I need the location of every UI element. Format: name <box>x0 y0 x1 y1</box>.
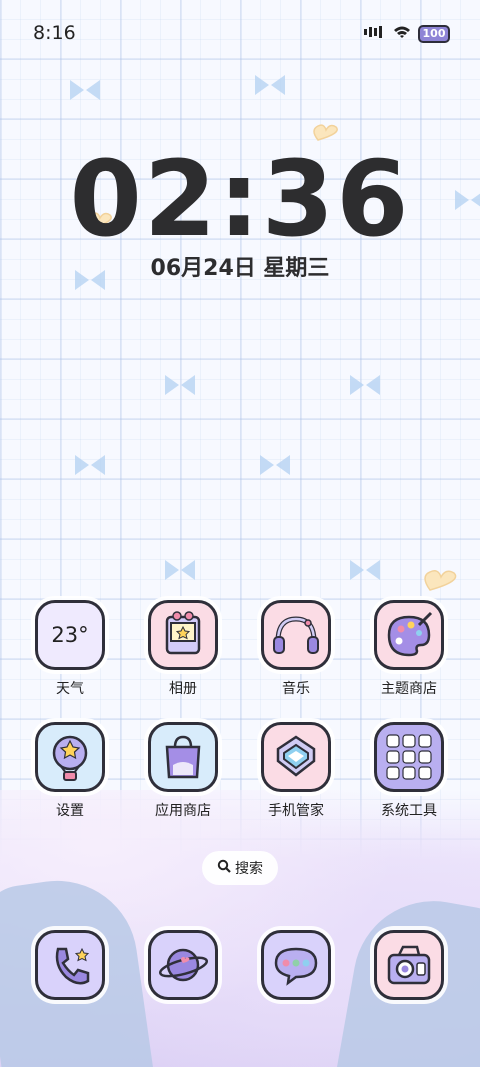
dock-camera[interactable] <box>359 930 459 1000</box>
headphones-icon <box>261 600 331 670</box>
battery-icon: 100 <box>418 24 450 43</box>
app-phone-manager[interactable]: 手机管家 <box>246 722 346 820</box>
dock-messages[interactable] <box>246 930 346 1000</box>
app-system-tools[interactable]: 系统工具 <box>359 722 459 820</box>
weather-temperature: 23° <box>51 623 89 647</box>
app-label: 天气 <box>56 681 84 697</box>
app-photos[interactable]: 相册 <box>133 600 233 698</box>
phone-icon <box>35 930 105 1000</box>
clock-date: 06月24日 星期三 <box>150 256 330 281</box>
photo-album-icon <box>148 600 218 670</box>
dock-phone[interactable] <box>20 930 120 1000</box>
dock-browser[interactable] <box>133 930 233 1000</box>
app-label: 相册 <box>169 681 197 697</box>
status-time: 8:16 <box>33 22 76 44</box>
wifi-icon <box>393 24 411 43</box>
app-settings[interactable]: 设置 <box>20 722 120 820</box>
search-button[interactable]: 搜索 <box>202 851 278 885</box>
palette-icon <box>374 600 444 670</box>
search-icon <box>217 859 231 877</box>
vibrate-icon <box>364 24 386 43</box>
clock-time: 02:36 <box>69 138 411 260</box>
app-label: 主题商店 <box>381 681 437 697</box>
status-icons: 100 <box>364 24 450 43</box>
app-label: 手机管家 <box>268 803 324 819</box>
search-label: 搜索 <box>235 861 263 877</box>
folder-grid-icon <box>374 722 444 792</box>
shield-icon <box>261 722 331 792</box>
app-label: 设置 <box>56 803 84 819</box>
app-label: 应用商店 <box>155 803 211 819</box>
planet-icon <box>148 930 218 1000</box>
camera-radio-icon <box>374 930 444 1000</box>
app-label: 音乐 <box>282 681 310 697</box>
app-app-store[interactable]: 应用商店 <box>133 722 233 820</box>
hot-air-balloon-icon <box>35 722 105 792</box>
weather-icon: 23° <box>35 600 105 670</box>
shopping-bag-icon <box>148 722 218 792</box>
message-bubble-icon <box>261 930 331 1000</box>
app-label: 系统工具 <box>381 803 437 819</box>
app-weather[interactable]: 23° 天气 <box>20 600 120 698</box>
status-bar: 8:16 100 <box>0 0 480 68</box>
app-theme-store[interactable]: 主题商店 <box>359 600 459 698</box>
app-music[interactable]: 音乐 <box>246 600 346 698</box>
